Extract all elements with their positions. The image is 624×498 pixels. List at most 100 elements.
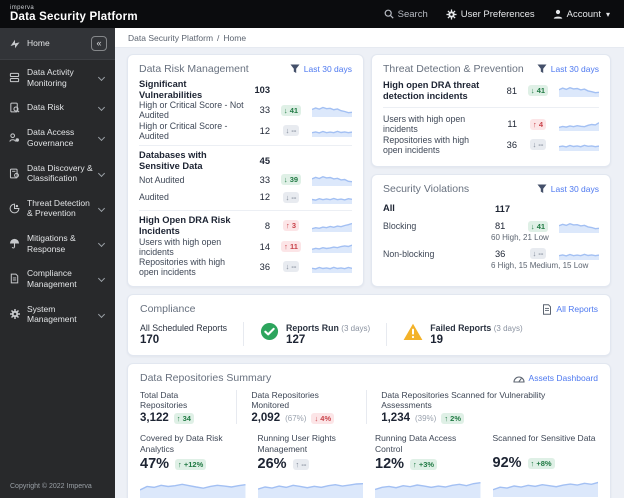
delta-badge: ↓ -- (282, 191, 300, 203)
compliance-card: Compliance All Reports All Scheduled Rep… (127, 294, 611, 356)
sidebar-item-compliance-management[interactable]: Compliance Management (0, 261, 115, 296)
account-menu[interactable]: Account ▾ (553, 9, 610, 20)
delta-badge: ↓ 41 (527, 220, 549, 232)
sidebar-item-data-discovery-classification[interactable]: Data Discovery & Classification (0, 156, 115, 191)
breadcrumb-separator: / (217, 32, 220, 43)
metric-row: Audited 12 ↓ -- (139, 189, 352, 207)
sparkline (312, 260, 352, 274)
data-access-governance-icon (8, 132, 21, 143)
sparkline (559, 247, 599, 261)
delta-badge: ↑ 4 (529, 118, 546, 130)
brand-logo: imperva Data Security Platform (10, 5, 138, 23)
risk-time-filter[interactable]: Last 30 days (290, 64, 352, 74)
breadcrumb-current: Home (223, 32, 247, 43)
sidebar-item-mitigations-response[interactable]: Mitigations & Response (0, 226, 115, 261)
severity-breakdown: 60 High, 21 Low (491, 233, 549, 242)
metric-row: High open DRA threat detection incidents… (383, 80, 599, 101)
delta-badge: ↓ 41 (527, 85, 549, 97)
metric-row: Users with high open incidents 11 ↑ 4 (383, 114, 599, 134)
card-title: Compliance (140, 303, 196, 315)
metric-row: Repositories with high open incidents 36… (139, 257, 352, 277)
card-title: Security Violations (383, 183, 470, 195)
running-user-rights-metric: Running User Rights Management 26% ↑ -- (257, 433, 363, 498)
sidebar-item-label: Mitigations & Response (27, 233, 76, 254)
severity-breakdown: 6 High, 15 Medium, 15 Low (491, 260, 589, 270)
sidebar: Home « Data Activity Monitoring Data Ris… (0, 28, 115, 498)
sidebar-item-threat-detection-prevention[interactable]: Threat Detection & Prevention (0, 191, 115, 226)
chevron-down-icon (97, 240, 106, 248)
assets-dashboard-link[interactable]: Assets Dashboard (512, 373, 598, 383)
warning-triangle-icon (403, 323, 423, 346)
sidebar-item-label: System Management (27, 303, 77, 325)
breadcrumb: Data Security Platform / Home (115, 28, 624, 48)
account-label: Account (566, 8, 601, 20)
metric-row: High or Critical Score - Not Audited 33 … (139, 100, 352, 120)
topbar: imperva Data Security Platform Search Us… (0, 0, 624, 28)
delta-badge: ↓ 39 (280, 174, 302, 186)
delta-badge: ↑ 34 (173, 412, 194, 424)
threat-time-filter[interactable]: Last 30 days (537, 64, 599, 74)
sparkline (312, 173, 352, 187)
chevron-down-icon (97, 169, 106, 177)
metric-row: Users with high open incidents 14 ↑ 11 (139, 237, 352, 257)
data-discovery-classification-icon (8, 168, 21, 179)
chevron-down-icon (97, 310, 106, 318)
violations-time-filter[interactable]: Last 30 days (537, 184, 599, 194)
data-risk-management-card: Data Risk Management Last 30 days Signif… (127, 54, 364, 287)
person-icon (553, 9, 563, 19)
sparkline (312, 219, 352, 233)
reports-run-stat: Reports Run (3 days) 127 (243, 322, 386, 346)
sidebar-item-data-access-governance[interactable]: Data Access Governance (0, 120, 115, 155)
card-title: Data Risk Management (139, 63, 249, 75)
chevron-down-icon: ▾ (605, 9, 610, 19)
sidebar-item-label: Data Risk (27, 102, 64, 113)
chevron-down-icon (97, 74, 106, 82)
sidebar-item-data-risk[interactable]: Data Risk (0, 95, 115, 120)
sidebar-collapse-button[interactable]: « (91, 36, 107, 51)
area-sparkline (492, 475, 598, 497)
breadcrumb-root[interactable]: Data Security Platform (128, 33, 213, 43)
all-reports-link[interactable]: All Reports (542, 303, 598, 315)
scanned-sensitive-data-metric: Scanned for Sensitive Data 92% ↑ +8% (492, 433, 598, 498)
area-sparkline (375, 476, 481, 498)
sidebar-item-home[interactable]: Home « (0, 28, 115, 60)
metric-row: High Open DRA Risk Incidents 8 ↑ 3 (139, 215, 352, 236)
failed-reports-stat: Failed Reports (3 days) 19 (386, 322, 538, 346)
security-violations-card: Security Violations Last 30 days All 117… (371, 174, 611, 287)
sparkline (559, 118, 599, 131)
delta-badge: ↓ 4% (311, 412, 335, 424)
sidebar-item-system-management[interactable]: System Management (0, 297, 115, 332)
data-risk-icon (8, 102, 21, 113)
sparkline (559, 138, 599, 152)
delta-badge: ↑ 2% (441, 412, 465, 424)
search-button[interactable]: Search (384, 9, 428, 20)
user-preferences-button[interactable]: User Preferences (446, 9, 535, 20)
delta-badge: ↑ +8% (527, 457, 555, 469)
covered-by-dra-metric: Covered by Data Risk Analytics 47% ↑ +12… (140, 433, 246, 498)
delta-badge: ↑ 11 (281, 241, 301, 253)
delta-badge: ↑ +12% (175, 458, 207, 470)
check-circle-icon (260, 322, 279, 346)
card-title: Threat Detection & Prevention (383, 63, 524, 75)
section-header: Databases with Sensitive Data (139, 149, 207, 171)
sidebar-item-label: Data Discovery & Classification (27, 162, 93, 184)
sidebar-item-label: Data Access Governance (27, 127, 75, 148)
sparkline (559, 84, 599, 98)
sidebar-item-data-activity-monitoring[interactable]: Data Activity Monitoring (0, 60, 115, 95)
search-icon (384, 9, 394, 19)
card-title: Data Repositories Summary (140, 372, 272, 384)
sidebar-item-label: Home (27, 38, 50, 49)
chevron-down-icon (97, 104, 106, 112)
delta-badge: ↓ 41 (280, 104, 302, 116)
chevron-down-icon (97, 204, 106, 212)
area-sparkline (257, 476, 363, 498)
sparkline (312, 240, 352, 254)
sidebar-item-label: Compliance Management (27, 268, 77, 289)
copyright-text: Copyright © 2022 Imperva (10, 483, 92, 490)
running-data-access-control-metric: Running Data Access Control 12% ↑ +3% (375, 433, 481, 498)
report-icon (543, 303, 552, 315)
data-repositories-monitored-stat: Data Repositories Monitored 2,092 (67%) … (236, 390, 366, 424)
user-preferences-label: User Preferences (460, 8, 535, 20)
data-repositories-summary-card: Data Repositories Summary Assets Dashboa… (127, 363, 611, 498)
gear-icon (446, 8, 457, 20)
